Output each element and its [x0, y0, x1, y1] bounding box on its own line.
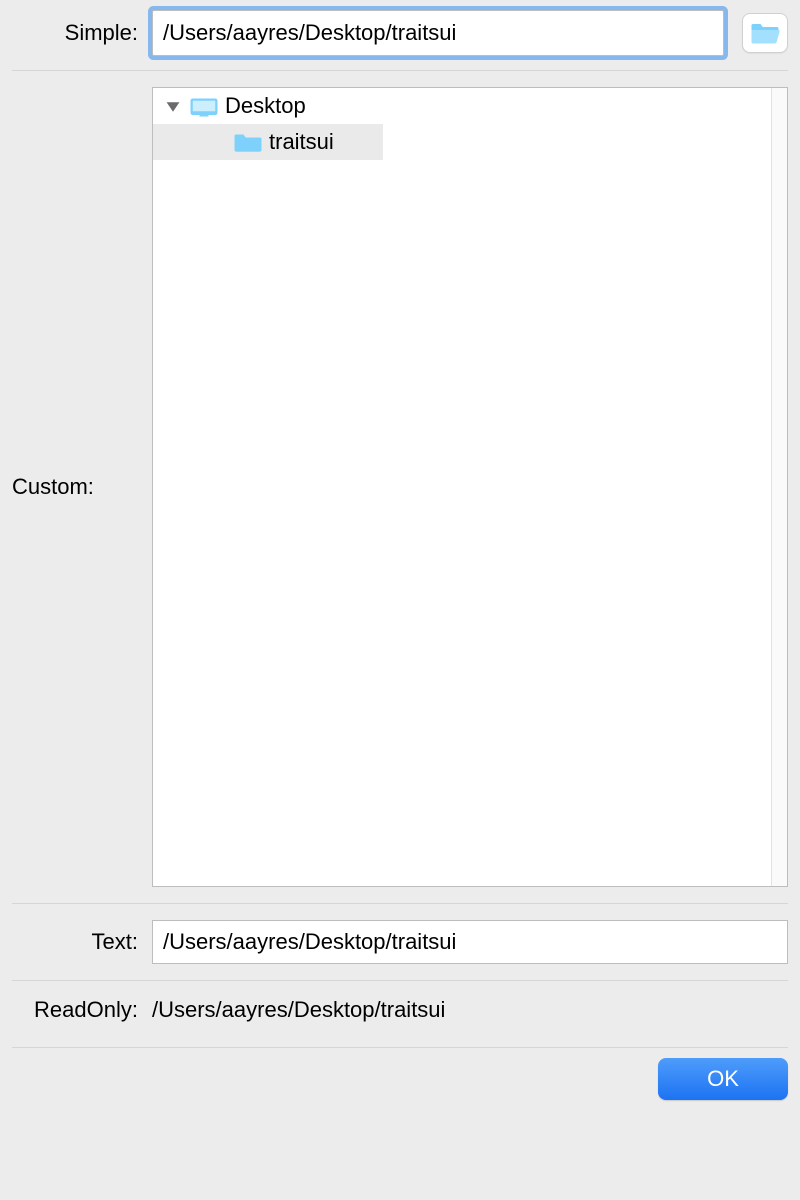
custom-field-group: Desktop traitsui	[152, 87, 788, 887]
browse-folder-button[interactable]	[742, 13, 788, 53]
text-field-group	[152, 920, 788, 964]
readonly-path-value: /Users/aayres/Desktop/traitsui	[152, 997, 445, 1023]
label-simple: Simple:	[12, 20, 152, 46]
text-path-input[interactable]	[152, 920, 788, 964]
readonly-field-group: /Users/aayres/Desktop/traitsui	[152, 997, 788, 1023]
label-text: Text:	[12, 929, 152, 955]
folder-icon	[233, 130, 263, 154]
tree-scrollbar[interactable]	[771, 88, 787, 886]
tree-item-desktop[interactable]: Desktop	[153, 88, 787, 124]
folder-open-icon	[750, 21, 780, 45]
row-text: Text:	[12, 903, 788, 980]
tree-item-label: Desktop	[225, 93, 306, 119]
tree-item-traitsui[interactable]: traitsui	[153, 124, 383, 160]
desktop-folder-icon	[189, 94, 219, 118]
row-readonly: ReadOnly: /Users/aayres/Desktop/traitsui	[12, 980, 788, 1047]
row-custom: Custom: Desktop	[12, 70, 788, 903]
row-simple: Simple:	[12, 8, 788, 70]
label-custom: Custom:	[12, 87, 152, 887]
disclosure-triangle-icon[interactable]	[163, 97, 183, 117]
ok-button[interactable]: OK	[658, 1058, 788, 1100]
button-bar: OK	[12, 1047, 788, 1100]
label-readonly: ReadOnly:	[12, 997, 152, 1023]
simple-path-input[interactable]	[152, 10, 724, 56]
tree-item-label: traitsui	[269, 129, 348, 155]
simple-field-group	[152, 10, 788, 56]
directory-tree[interactable]: Desktop traitsui	[152, 87, 788, 887]
dialog-root: Simple: Custom:	[0, 0, 800, 1112]
